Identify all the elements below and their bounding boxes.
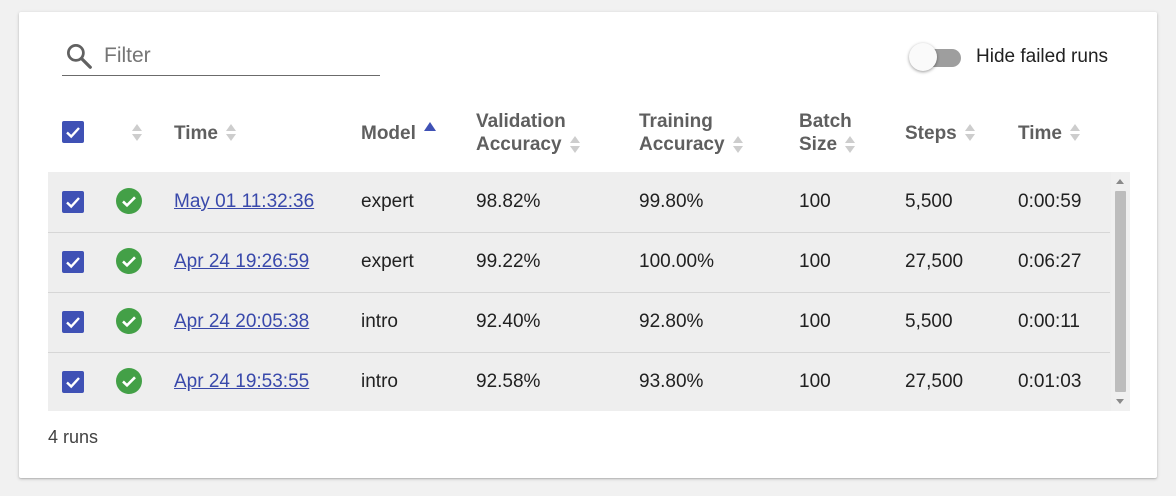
sort-icon xyxy=(844,135,856,155)
model-cell: expert xyxy=(361,251,414,272)
run-count: 4 runs xyxy=(48,427,99,447)
training-accuracy-cell: 100.00% xyxy=(639,251,715,272)
training-accuracy-cell: 92.80% xyxy=(639,311,704,332)
hide-failed-runs-control: Hide failed runs xyxy=(907,42,1108,72)
run-time-link[interactable]: May 01 11:32:36 xyxy=(174,191,314,212)
checkmark-icon xyxy=(66,317,80,329)
table-row: Apr 24 19:26:59 expert 99.22% 100.00% 10… xyxy=(48,232,1110,292)
duration-cell: 0:00:59 xyxy=(1018,191,1082,212)
training-accuracy-column-header[interactable]: Training Accuracy xyxy=(639,106,744,160)
scroll-down-arrow-icon[interactable] xyxy=(1116,399,1124,404)
vertical-scrollbar[interactable] xyxy=(1111,172,1130,411)
sort-icon xyxy=(569,135,581,155)
batch-size-cell: 100 xyxy=(799,311,831,332)
model-cell: intro xyxy=(361,311,398,332)
run-time-link[interactable]: Apr 24 19:53:55 xyxy=(174,371,309,392)
table-row: Apr 24 20:05:38 intro 92.40% 92.80% 100 … xyxy=(48,292,1110,352)
model-cell: expert xyxy=(361,191,414,212)
success-check-icon xyxy=(116,308,142,334)
validation-header-line2: Accuracy xyxy=(476,134,562,155)
row-checkbox[interactable] xyxy=(62,311,84,333)
steps-column-header[interactable]: Steps xyxy=(905,106,976,160)
checkmark-icon xyxy=(66,127,80,139)
steps-header-label: Steps xyxy=(905,122,957,144)
checkmark-icon xyxy=(66,257,80,269)
row-checkbox[interactable] xyxy=(62,191,84,213)
sort-icon xyxy=(131,123,143,143)
run-time-link[interactable]: Apr 24 20:05:38 xyxy=(174,311,309,332)
table-row: May 01 11:32:36 expert 98.82% 99.80% 100… xyxy=(48,172,1110,232)
scroll-up-arrow-icon[interactable] xyxy=(1116,179,1124,184)
success-check-icon xyxy=(116,188,142,214)
validation-accuracy-cell: 92.58% xyxy=(476,371,541,392)
steps-cell: 5,500 xyxy=(905,311,953,332)
checkmark-icon xyxy=(66,377,80,389)
duration-column-header[interactable]: Time xyxy=(1018,106,1081,160)
sort-ascending-icon xyxy=(423,121,436,131)
model-header-label: Model xyxy=(361,122,416,144)
training-header-line1: Training xyxy=(639,111,713,132)
model-column-header[interactable]: Model xyxy=(361,106,436,160)
runs-table-body: May 01 11:32:36 expert 98.82% 99.80% 100… xyxy=(48,172,1130,411)
filter-field[interactable] xyxy=(62,39,380,76)
validation-accuracy-cell: 92.40% xyxy=(476,311,541,332)
scrollbar-thumb[interactable] xyxy=(1115,191,1126,392)
validation-accuracy-cell: 99.22% xyxy=(476,251,541,272)
batch-size-cell: 100 xyxy=(799,191,831,212)
sort-icon xyxy=(225,123,237,143)
select-all-checkbox[interactable] xyxy=(62,121,84,143)
batch-header-line1: Batch xyxy=(799,111,852,132)
success-check-icon xyxy=(116,368,142,394)
search-icon xyxy=(67,44,92,69)
toggle-thumb xyxy=(909,43,937,71)
validation-accuracy-column-header[interactable]: Validation Accuracy xyxy=(476,106,581,160)
success-check-icon xyxy=(116,248,142,274)
batch-size-column-header[interactable]: Batch Size xyxy=(799,106,856,160)
time-column-header[interactable]: Time xyxy=(174,106,237,160)
steps-cell: 5,500 xyxy=(905,191,953,212)
filter-input[interactable] xyxy=(104,41,374,71)
batch-size-cell: 100 xyxy=(799,371,831,392)
batch-header-line2: Size xyxy=(799,134,838,155)
training-accuracy-cell: 93.80% xyxy=(639,371,704,392)
validation-header-line1: Validation xyxy=(476,111,566,132)
duration-cell: 0:06:27 xyxy=(1018,251,1082,272)
hide-failed-runs-toggle[interactable] xyxy=(907,42,963,72)
duration-cell: 0:00:11 xyxy=(1018,311,1080,332)
checkmark-icon xyxy=(66,197,80,209)
duration-header-label: Time xyxy=(1018,122,1063,144)
duration-cell: 0:01:03 xyxy=(1018,371,1082,392)
run-time-link[interactable]: Apr 24 19:26:59 xyxy=(174,251,309,272)
row-checkbox[interactable] xyxy=(62,251,84,273)
training-accuracy-cell: 99.80% xyxy=(639,191,704,212)
steps-cell: 27,500 xyxy=(905,251,964,272)
sort-icon xyxy=(1069,123,1081,143)
steps-cell: 27,500 xyxy=(905,371,964,392)
status-column-header[interactable] xyxy=(124,106,143,160)
training-header-line2: Accuracy xyxy=(639,134,725,155)
model-cell: intro xyxy=(361,371,398,392)
time-header-label: Time xyxy=(174,122,219,144)
table-row: Apr 24 19:53:55 intro 92.58% 93.80% 100 … xyxy=(48,352,1110,412)
sort-icon xyxy=(732,135,744,155)
sort-icon xyxy=(964,123,976,143)
validation-accuracy-cell: 98.82% xyxy=(476,191,541,212)
runs-table-card: Hide failed runs Time Model Validation A… xyxy=(19,12,1157,478)
hide-failed-runs-label: Hide failed runs xyxy=(976,46,1109,67)
row-checkbox[interactable] xyxy=(62,371,84,393)
batch-size-cell: 100 xyxy=(799,251,831,272)
